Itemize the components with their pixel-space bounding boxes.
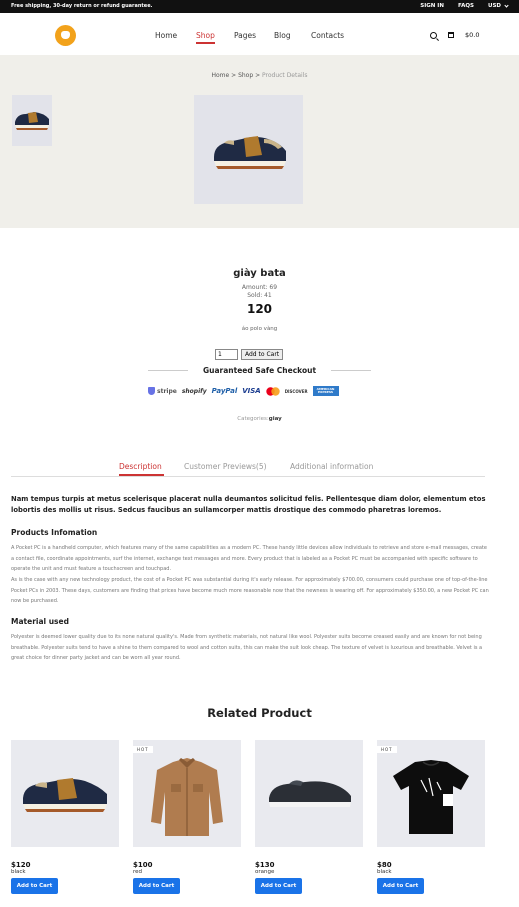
cart-total[interactable]: $0.0 xyxy=(465,31,479,39)
tshirt-image xyxy=(393,760,469,834)
nav-pages[interactable]: Pages xyxy=(234,31,274,40)
material-heading: Material used xyxy=(11,617,69,626)
promo-text: Free shipping, 30-day return or refund g… xyxy=(11,3,153,9)
tab-reviews[interactable]: Customer Previews(5) xyxy=(184,462,267,471)
product-card-image[interactable] xyxy=(11,740,119,847)
add-to-cart-button[interactable]: Add to Cart xyxy=(11,878,58,894)
product-price: 120 xyxy=(246,302,273,316)
description-lead: Nam tempus turpis at metus scelerisque p… xyxy=(11,495,486,514)
add-to-cart-button[interactable]: Add to Cart xyxy=(241,349,284,360)
add-to-cart-button[interactable]: Add to Cart xyxy=(133,878,180,894)
chevron-down-icon xyxy=(504,2,509,8)
product-card-color: black xyxy=(377,869,392,875)
product-main-image[interactable] xyxy=(194,95,303,204)
product-card-price: $130 xyxy=(255,861,275,869)
main-nav: Home Shop Pages Blog Contacts xyxy=(155,31,351,44)
payment-visa: VISA xyxy=(242,387,261,395)
announcement-bar: Free shipping, 30-day return or refund g… xyxy=(0,0,519,13)
sign-in-link[interactable]: SIGN IN xyxy=(420,3,444,9)
hot-badge: HOT xyxy=(377,746,397,753)
info-heading: Products Infomation xyxy=(11,528,98,537)
site-header: Home Shop Pages Blog Contacts $0.0 xyxy=(0,13,519,55)
add-to-cart-row: Add to Cart xyxy=(215,349,284,360)
product-card-color: red xyxy=(133,869,143,875)
top-links: SIGN IN FAQS USD xyxy=(420,2,509,9)
product-card-color: black xyxy=(11,869,26,875)
sneaker-main-image xyxy=(214,136,286,169)
nav-shop[interactable]: Shop xyxy=(196,31,234,44)
category-link[interactable]: giay xyxy=(269,416,282,422)
product-card[interactable]: $130 orange Add to Cart xyxy=(255,740,363,894)
payment-discover: DISCOVER xyxy=(284,388,308,394)
product-thumbnail[interactable] xyxy=(12,95,52,146)
shield-icon xyxy=(148,387,155,395)
mastercard-icon xyxy=(266,386,280,396)
faqs-link[interactable]: FAQS xyxy=(458,3,474,9)
checkout-title: Guaranteed Safe Checkout xyxy=(202,366,317,375)
material-paragraph: Polyester is deemed lower quality due to… xyxy=(11,634,483,661)
product-info: giày bata Amount: 69 Sold: 41 120 áo pol… xyxy=(0,268,519,332)
product-card-color: orange xyxy=(255,869,275,875)
product-categories: Categories:giay xyxy=(0,416,519,422)
product-card-price: $80 xyxy=(377,861,392,869)
payment-shopify: shopify xyxy=(181,387,207,395)
header-icons: $0.0 xyxy=(430,31,479,39)
currency-label: USD xyxy=(488,3,501,9)
breadcrumb-shop[interactable]: Shop xyxy=(238,72,253,79)
tabs-divider xyxy=(11,476,485,477)
product-card-image[interactable]: HOT xyxy=(133,740,241,847)
product-amount: Amount: 69 xyxy=(241,284,278,291)
payment-stripe: stripe xyxy=(148,386,177,396)
nav-home[interactable]: Home xyxy=(155,31,196,40)
search-icon[interactable] xyxy=(430,31,437,39)
info-paragraph-1: A Pocket PC is a handheld computer, whic… xyxy=(11,545,487,572)
nav-contacts[interactable]: Contacts xyxy=(311,31,351,40)
product-card[interactable]: $120 black Add to Cart xyxy=(11,740,119,894)
product-card-price: $120 xyxy=(11,861,31,869)
currency-select[interactable]: USD xyxy=(488,2,509,9)
categories-label: Categories: xyxy=(237,416,269,422)
sneaker-thumbnail-image xyxy=(15,112,49,130)
black-sneaker-image xyxy=(269,780,351,807)
hot-badge: HOT xyxy=(133,746,153,753)
quantity-input[interactable] xyxy=(215,349,238,360)
product-card[interactable]: HOT $80 black Add to Cart xyxy=(377,740,485,894)
tab-description[interactable]: Description xyxy=(119,462,164,476)
related-title: Related Product xyxy=(207,706,312,720)
sneaker-image xyxy=(23,778,107,812)
info-paragraph-2: As is the case with any new technology p… xyxy=(11,577,489,604)
tab-additional-info[interactable]: Additional information xyxy=(290,462,373,471)
product-card-price: $100 xyxy=(133,861,153,869)
product-short-description: áo polo vàng xyxy=(241,326,278,332)
payment-methods: stripe shopify PayPal VISA DISCOVER AMER… xyxy=(148,386,339,396)
payment-mastercard xyxy=(266,386,280,396)
add-to-cart-button[interactable]: Add to Cart xyxy=(255,878,302,894)
payment-paypal: PayPal xyxy=(211,387,238,395)
product-card-image[interactable]: HOT xyxy=(377,740,485,847)
nav-blog[interactable]: Blog xyxy=(274,31,311,40)
product-card[interactable]: HOT $100 red Add to Cart xyxy=(133,740,241,894)
payment-amex: AMERICAN EXPRESS xyxy=(312,386,339,396)
breadcrumb: Home > Shop > Product Details xyxy=(211,72,308,79)
product-name: giày bata xyxy=(233,268,286,279)
breadcrumb-home[interactable]: Home xyxy=(212,72,230,79)
jacket-image xyxy=(151,758,223,836)
breadcrumb-current: Product Details xyxy=(262,72,308,79)
add-to-cart-button[interactable]: Add to Cart xyxy=(377,878,424,894)
product-gallery: Home > Shop > Product Details xyxy=(0,55,519,228)
product-card-image[interactable] xyxy=(255,740,363,847)
product-sold: Sold: 41 xyxy=(247,292,272,299)
logo[interactable] xyxy=(55,25,76,46)
shopping-bag-icon[interactable] xyxy=(448,32,454,38)
